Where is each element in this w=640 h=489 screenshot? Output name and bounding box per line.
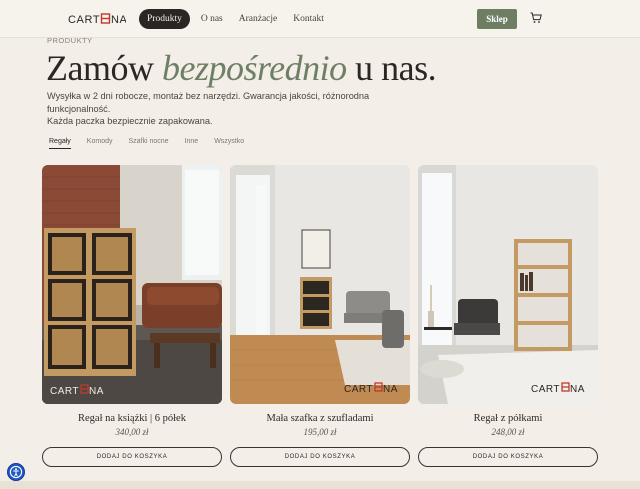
product-card: CART NA Regał z półkami 248,00 zł DODAJ … bbox=[418, 165, 598, 467]
svg-text:CART: CART bbox=[344, 384, 373, 395]
cartena-logo[interactable]: CART NA bbox=[68, 12, 126, 26]
product-image-shelf: CART NA bbox=[418, 165, 598, 404]
main-nav: Produkty O nas Aranżacje Kontakt bbox=[139, 9, 332, 29]
add-to-cart-button[interactable]: DODAJ DO KOSZYKA bbox=[42, 447, 222, 467]
svg-text:CART: CART bbox=[68, 14, 100, 26]
lead-line-2: Każda paczka bezpiecznie zapakowana. bbox=[47, 116, 213, 126]
product-card: CART NA Regał na książki | 6 półek 340,0… bbox=[42, 165, 222, 467]
shop-button[interactable]: Sklep bbox=[477, 9, 517, 29]
page-headline: Zamów bezpośrednio u nas. bbox=[46, 47, 437, 89]
headline-part2: u nas. bbox=[346, 48, 437, 88]
nav-kontakt[interactable]: Kontakt bbox=[285, 9, 332, 29]
tab-szafki-nocne[interactable]: Szafki nocne bbox=[128, 138, 168, 149]
product-photo[interactable]: CART NA bbox=[230, 165, 410, 404]
hero-lead: Wysyłka w 2 dni robocze, montaż bez narz… bbox=[47, 90, 427, 128]
headline-accent: bezpośrednio bbox=[161, 48, 347, 88]
category-tabs: Regały Komody Szafki nocne Inne Wszystko bbox=[49, 138, 260, 149]
svg-text:NA: NA bbox=[89, 386, 104, 397]
product-title[interactable]: Mała szafka z szufladami bbox=[230, 413, 410, 424]
nav-aranzacje[interactable]: Aranżacje bbox=[231, 9, 286, 29]
footer-strip bbox=[0, 481, 640, 489]
add-to-cart-button[interactable]: DODAJ DO KOSZYKA bbox=[230, 447, 410, 467]
product-title[interactable]: Regał z półkami bbox=[418, 413, 598, 424]
tab-wszystko[interactable]: Wszystko bbox=[214, 138, 244, 149]
card-watermark-logo: CART NA bbox=[344, 382, 398, 395]
product-photo[interactable]: CART NA bbox=[42, 165, 222, 404]
card-watermark-logo: CART NA bbox=[50, 384, 104, 397]
nav-o-nas[interactable]: O nas bbox=[193, 9, 231, 29]
nav-produkty[interactable]: Produkty bbox=[139, 9, 190, 29]
tab-komody[interactable]: Komody bbox=[87, 138, 113, 149]
site-header: CART NA Produkty O nas Aranżacje Kontakt… bbox=[0, 0, 640, 38]
cart-icon[interactable] bbox=[530, 12, 542, 24]
product-title[interactable]: Regał na książki | 6 półek bbox=[42, 413, 222, 424]
tab-inne[interactable]: Inne bbox=[185, 138, 199, 149]
tab-regaly[interactable]: Regały bbox=[49, 138, 71, 149]
add-to-cart-button[interactable]: DODAJ DO KOSZYKA bbox=[418, 447, 598, 467]
svg-text:CART: CART bbox=[50, 386, 79, 397]
section-eyebrow: PRODUKTY bbox=[47, 36, 93, 45]
accessibility-icon bbox=[9, 465, 23, 479]
svg-text:NA: NA bbox=[570, 384, 585, 395]
product-image-drawer-cabinet: CART NA bbox=[230, 165, 410, 404]
accessibility-button[interactable] bbox=[7, 463, 25, 481]
product-price: 248,00 zł bbox=[491, 427, 525, 437]
product-photo[interactable]: CART NA bbox=[418, 165, 598, 404]
product-price: 340,00 zł bbox=[115, 427, 149, 437]
product-price: 195,00 zł bbox=[303, 427, 337, 437]
svg-text:NA: NA bbox=[383, 384, 398, 395]
product-card: CART NA Mała szafka z szufladami 195,00 … bbox=[230, 165, 410, 467]
card-watermark-logo: CART NA bbox=[531, 382, 585, 395]
svg-text:NA: NA bbox=[111, 14, 126, 26]
headline-part1: Zamów bbox=[46, 48, 162, 88]
product-image-bookshelf: CART NA bbox=[42, 165, 222, 404]
lead-line-1: Wysyłka w 2 dni robocze, montaż bez narz… bbox=[47, 91, 370, 114]
svg-text:CART: CART bbox=[531, 384, 560, 395]
